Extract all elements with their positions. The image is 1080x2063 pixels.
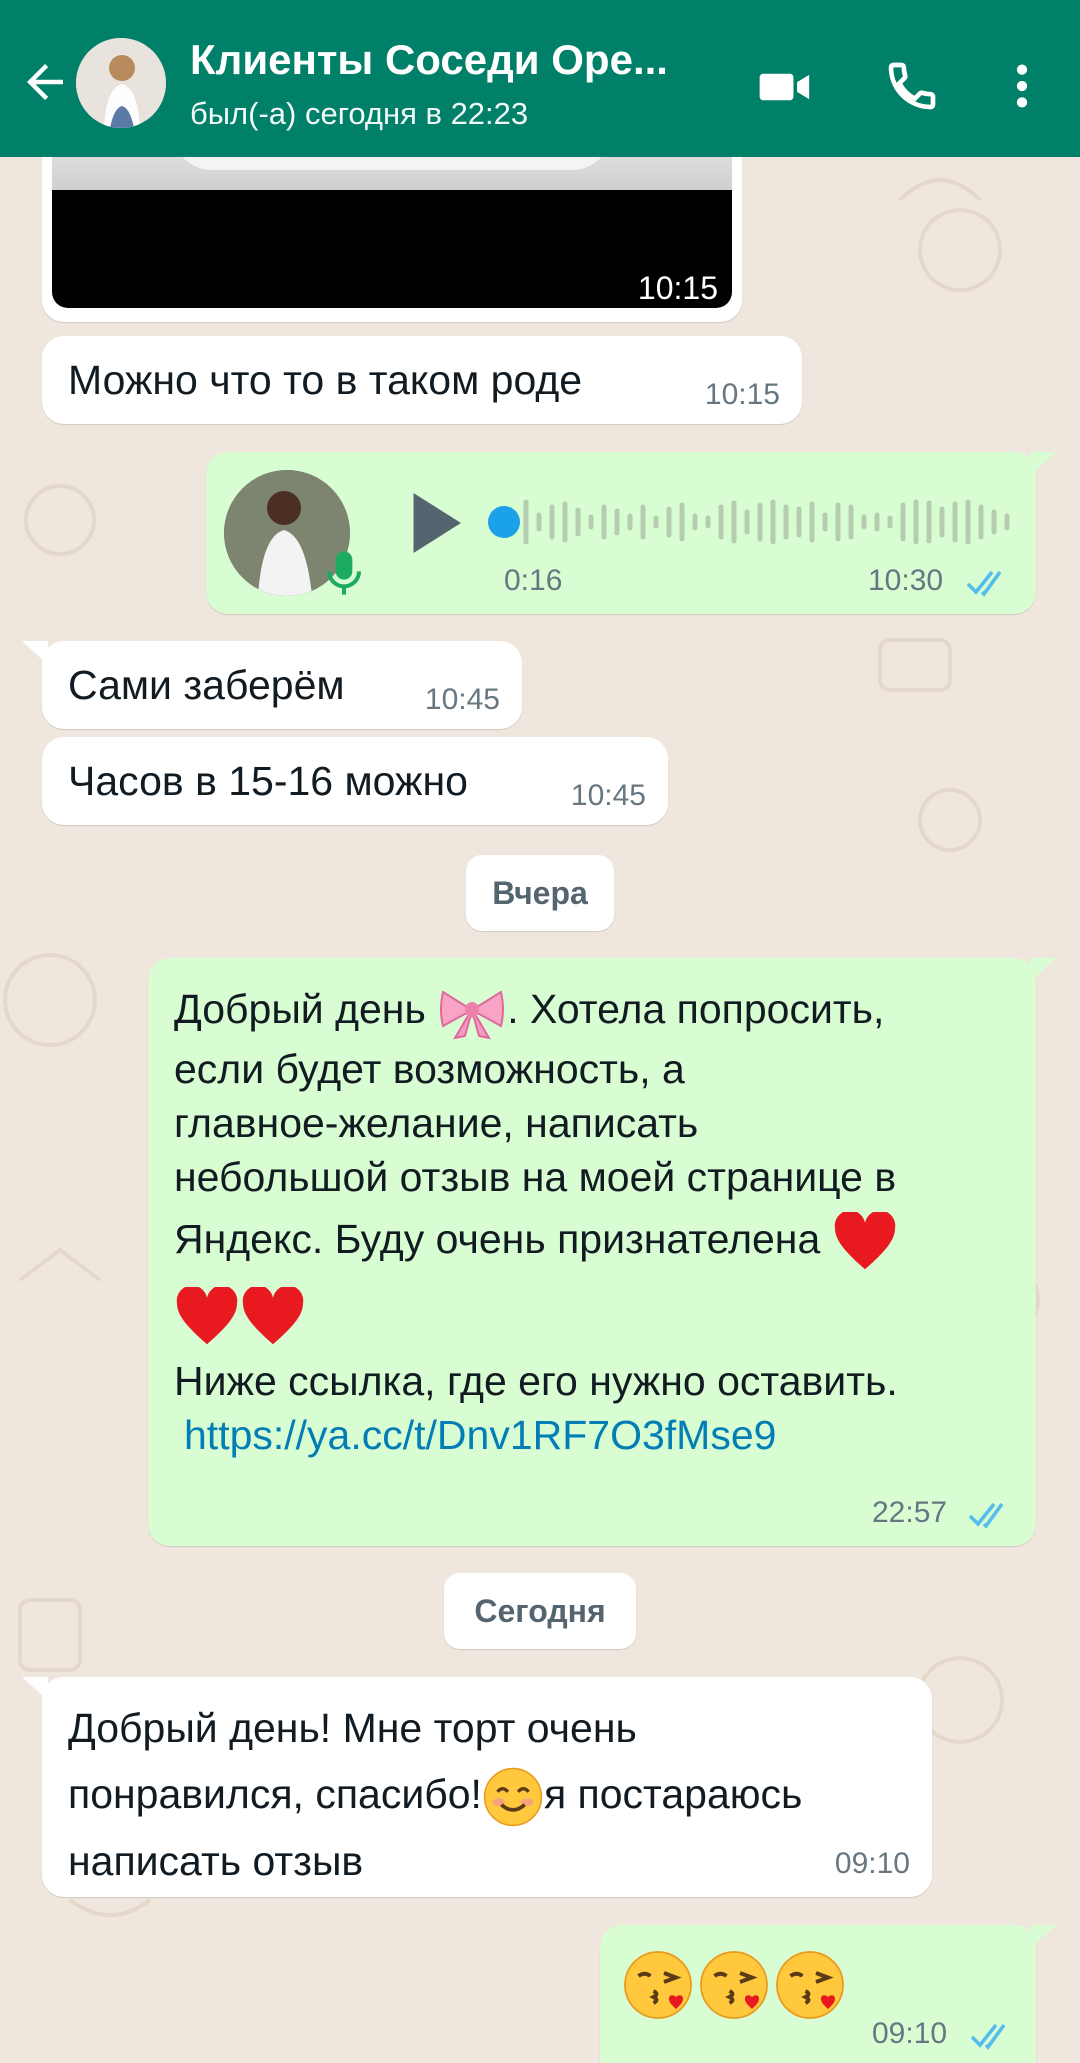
chat-header: Клиенты Соседи Оре... был(-а) сегодня в …	[0, 0, 1080, 157]
contact-avatar[interactable]	[76, 38, 166, 128]
incoming-message[interactable]: Сами заберём 10:45	[42, 641, 522, 729]
message-time: 10:45	[570, 779, 646, 812]
heart-emoji-icon	[176, 1287, 238, 1345]
voice-waveform[interactable]	[486, 492, 1016, 552]
heart-emoji-icon	[242, 1287, 304, 1345]
message-time: 09:10	[834, 1847, 910, 1880]
message-text-line: . Хотела попросить,	[507, 986, 885, 1032]
outgoing-message[interactable]: 09:10	[600, 1925, 1036, 2063]
kissing-face-emoji-icon	[776, 1951, 844, 2019]
message-text: Можно что то в таком роде	[68, 357, 583, 403]
ribbon-bow-icon	[440, 990, 505, 1040]
review-link[interactable]: https://ya.cc/t/Dnv1RF7O3fMse9	[184, 1412, 776, 1458]
video-message[interactable]: 10:15	[42, 130, 742, 322]
last-seen-status: был(-а) сегодня в 22:23	[190, 96, 529, 131]
message-text-line: Добрый день! Мне торт очень	[68, 1705, 637, 1751]
incoming-message[interactable]: Добрый день! Мне торт очень понравился, …	[42, 1677, 932, 1897]
message-text-line: главное-желание, написать	[174, 1100, 699, 1146]
message-time: 10:15	[704, 378, 780, 411]
message-text-line: если будет возможность, а	[174, 1046, 685, 1092]
message-text: Добрый день . Хотела попросить, если буд…	[174, 976, 1024, 1462]
voice-message[interactable]: 0:16 10:30	[206, 452, 1036, 614]
message-text-line: небольшой отзыв на моей странице в	[174, 1154, 897, 1200]
message-text-line: понравился, спасибо!	[68, 1771, 482, 1817]
read-ticks-icon	[970, 2023, 1006, 2050]
read-ticks-icon	[966, 570, 1002, 597]
message-time: 10:15	[637, 270, 718, 306]
back-arrow-icon[interactable]	[18, 55, 72, 109]
incoming-message[interactable]: Часов в 15-16 можно 10:45	[42, 737, 668, 825]
message-text: Добрый день! Мне торт очень понравился, …	[68, 1695, 802, 1894]
smiling-face-emoji-icon	[483, 1767, 543, 1827]
bubble-tail	[1030, 452, 1056, 476]
date-separator: Сегодня	[444, 1573, 636, 1649]
video-call-icon[interactable]	[756, 58, 814, 116]
message-time: 10:45	[424, 683, 500, 716]
voice-duration: 0:16	[504, 564, 563, 597]
microphone-icon	[327, 551, 361, 595]
contact-name[interactable]: Клиенты Соседи Оре...	[190, 36, 710, 84]
more-vert-icon[interactable]	[1004, 58, 1040, 114]
incoming-message[interactable]: Можно что то в таком роде 10:15	[42, 336, 802, 424]
message-time: 22:57	[872, 1496, 948, 1529]
kissing-face-emoji-icon	[624, 1951, 692, 2019]
message-text-line: Яндекс. Буду очень признателена	[174, 1216, 821, 1262]
heart-emoji-icon	[834, 1212, 895, 1270]
message-text-line: написать отзыв	[68, 1838, 364, 1885]
date-separator: Вчера	[466, 855, 614, 931]
kissing-face-emoji-icon	[700, 1951, 768, 2019]
message-text-line: Добрый день	[174, 986, 426, 1032]
message-text: Часов в 15-16 можно	[68, 758, 468, 804]
outgoing-message[interactable]: Добрый день . Хотела попросить, если буд…	[148, 958, 1036, 1546]
phone-call-icon[interactable]	[884, 58, 940, 114]
message-time: 10:30	[868, 564, 944, 597]
play-icon[interactable]	[406, 488, 466, 558]
read-ticks-icon	[968, 1502, 1004, 1529]
message-text-line: Ниже ссылка, где его нужно оставить.	[174, 1358, 898, 1404]
message-text-line: я постараюсь	[543, 1771, 803, 1817]
message-text: Сами заберём	[68, 662, 345, 708]
message-time: 09:10	[872, 2017, 948, 2050]
kiss-emojis	[622, 1949, 846, 2021]
